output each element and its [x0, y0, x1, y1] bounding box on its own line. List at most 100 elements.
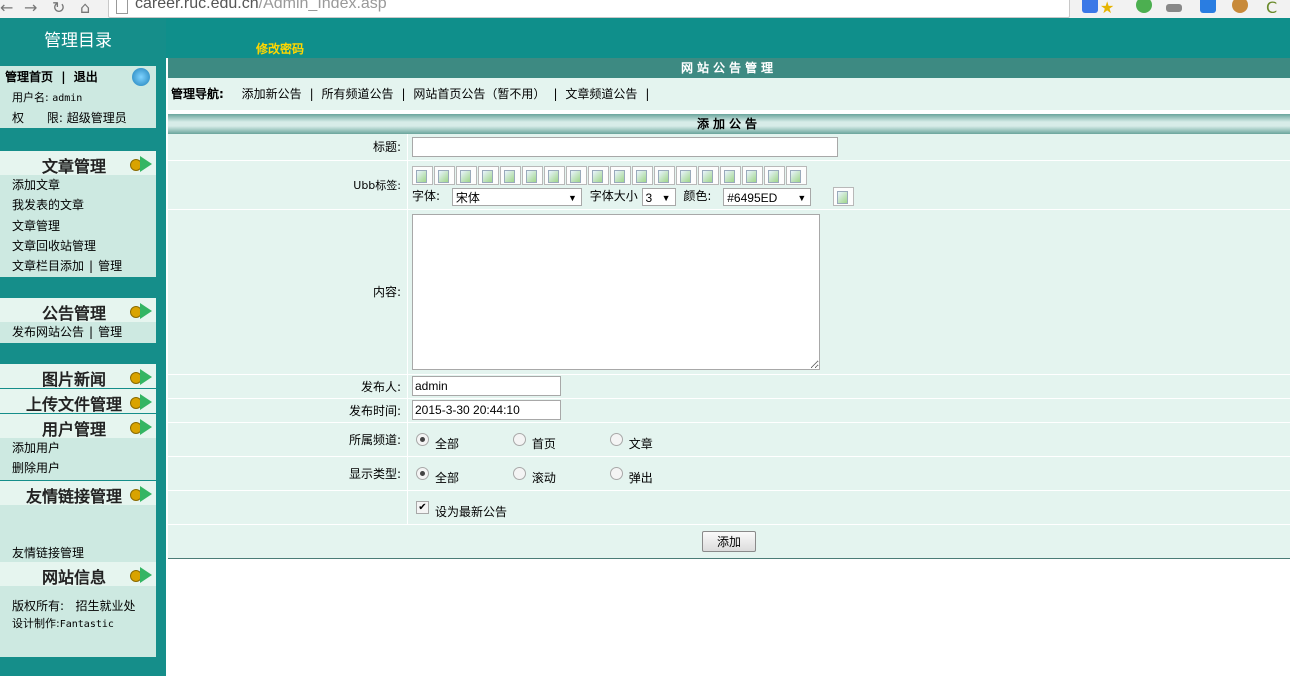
upload-section-title[interactable]: 上传文件管理: [0, 391, 148, 415]
site-info-section-title[interactable]: 网站信息: [0, 564, 148, 588]
display-all-radio[interactable]: [416, 466, 429, 480]
permission-value: 超级管理员: [66, 111, 127, 126]
browser-toolbar: ← → ↻ ⌂ career.ruc.edu.cn/Admin_Index.as…: [0, 0, 1290, 19]
add-article-link[interactable]: 添加文章: [0, 175, 156, 195]
forward-icon[interactable]: →: [24, 0, 37, 17]
notice-panel: 公告管理 发布网站公告 | 管理: [0, 298, 156, 343]
username-label: 用户名:: [12, 91, 49, 104]
my-articles-link[interactable]: 我发表的文章: [0, 195, 156, 215]
article-manage-link[interactable]: 文章管理: [0, 216, 156, 236]
change-password-link[interactable]: 修改密码: [256, 40, 304, 57]
notice-manage-link[interactable]: 管理: [98, 325, 122, 339]
friendlink-section-title[interactable]: 友情链接管理: [0, 483, 148, 507]
nav-add-notice[interactable]: 添加新公告: [242, 87, 302, 101]
sidebar-title: 管理目录: [44, 31, 112, 51]
article-recycle-link[interactable]: 文章回收站管理: [0, 236, 156, 256]
user-manage-section-title[interactable]: 用户管理: [0, 416, 148, 440]
ubb-center-icon[interactable]: [478, 166, 499, 185]
ubb-media-icon[interactable]: [720, 166, 741, 185]
ubb-shadow-icon[interactable]: [698, 166, 719, 185]
cookie-icon[interactable]: [1232, 0, 1248, 13]
address-text: career.ruc.edu.cn/Admin_Index.asp: [135, 0, 387, 12]
ubb-url-icon[interactable]: [500, 166, 521, 185]
permission-label: 权 限:: [12, 111, 63, 126]
bookmark-star-icon[interactable]: ★: [1100, 0, 1114, 17]
expand-icon[interactable]: [130, 418, 154, 435]
publisher-input[interactable]: [412, 376, 561, 396]
nav-home-notice[interactable]: 网站首页公告（暂不用）: [413, 87, 545, 101]
ubb-glow-icon[interactable]: [676, 166, 697, 185]
ubb-email-icon[interactable]: [522, 166, 543, 185]
design-value: Fantastic: [59, 619, 114, 630]
article-section-title[interactable]: 文章管理: [0, 153, 148, 177]
ubb-image-icon[interactable]: [544, 166, 565, 185]
publish-notice-link[interactable]: 发布网站公告: [12, 325, 84, 339]
submit-button[interactable]: 添加: [701, 530, 756, 552]
channel-home-radio[interactable]: [512, 432, 526, 446]
ubb-fly-icon[interactable]: [632, 166, 653, 185]
ubb-sound-icon[interactable]: [764, 166, 785, 185]
article-column-manage-link[interactable]: 管理: [98, 259, 122, 273]
expand-icon[interactable]: [130, 485, 154, 502]
copyright-value: 招生就业处: [75, 599, 136, 613]
translate-icon[interactable]: [1082, 0, 1098, 13]
color-preview-icon[interactable]: [833, 187, 855, 206]
nav-all-channel-notice[interactable]: 所有频道公告: [322, 87, 394, 101]
extension-icon[interactable]: [1136, 0, 1152, 13]
expand-icon[interactable]: [130, 302, 154, 319]
design-label: 设计制作:: [12, 617, 60, 630]
nav-article-channel-notice[interactable]: 文章频道公告: [565, 87, 637, 101]
expand-icon[interactable]: [130, 566, 154, 583]
manage-nav-label: 管理导航:: [171, 87, 224, 101]
extension-icon[interactable]: C: [1266, 0, 1277, 17]
title-input[interactable]: [412, 136, 838, 157]
ubb-underline-icon[interactable]: [456, 166, 477, 185]
publish-time-label: 发布时间:: [168, 398, 408, 423]
back-icon[interactable]: ←: [0, 0, 13, 17]
ubb-flash-icon[interactable]: [566, 166, 587, 185]
ubb-code-icon[interactable]: [588, 166, 609, 185]
extension-icon[interactable]: [1200, 0, 1216, 13]
reload-icon[interactable]: ↻: [52, 0, 65, 17]
font-size-select[interactable]: 3 ▼: [641, 187, 676, 206]
font-label: 字体:: [412, 189, 441, 203]
notice-section-title[interactable]: 公告管理: [0, 300, 148, 324]
display-popup-radio[interactable]: [609, 466, 623, 480]
logout-link[interactable]: 退出: [74, 70, 98, 84]
content-label: 内容:: [168, 209, 408, 375]
article-panel: 文章管理 添加文章 我发表的文章 文章管理 文章回收站管理 文章栏目添加 | 管理: [0, 151, 156, 277]
expand-icon[interactable]: [130, 393, 154, 410]
ubb-real-icon[interactable]: [742, 166, 763, 185]
globe-icon: [132, 68, 150, 86]
latest-notice-checkbox[interactable]: ✔: [416, 500, 429, 514]
friendlink-manage-link[interactable]: 友情链接管理: [0, 543, 156, 563]
publish-time-input[interactable]: [412, 400, 561, 420]
expand-icon[interactable]: [130, 155, 154, 172]
channel-article-label: 文章: [628, 436, 653, 451]
ubb-bold-icon[interactable]: [412, 166, 433, 185]
font-select[interactable]: 宋体 ▼: [451, 187, 582, 206]
admin-home-link[interactable]: 管理首页: [5, 70, 53, 84]
article-column-add-link[interactable]: 文章栏目添加: [12, 259, 84, 273]
manage-nav: 管理导航: 添加新公告 | 所有频道公告 | 网站首页公告（暂不用） | 文章频道公告…: [168, 78, 1290, 110]
channel-all-radio[interactable]: [416, 432, 429, 446]
ubb-italic-icon[interactable]: [434, 166, 455, 185]
page-icon: [116, 0, 128, 14]
ubb-move-icon[interactable]: [654, 166, 675, 185]
expand-icon[interactable]: [130, 368, 154, 385]
sidebar: 管理目录 管理首页 | 退出 用户名: admin 权 限: 超级管理员 文章管…: [0, 18, 166, 676]
display-scroll-radio[interactable]: [512, 466, 526, 480]
home-icon[interactable]: ⌂: [80, 0, 90, 17]
delete-user-link[interactable]: 删除用户: [0, 458, 156, 478]
font-size-label: 字体大小: [589, 189, 638, 203]
ubb-help-icon[interactable]: [786, 166, 807, 185]
extension-icon[interactable]: [1166, 4, 1182, 12]
add-user-link[interactable]: 添加用户: [0, 438, 156, 458]
photo-news-section-title[interactable]: 图片新闻: [0, 366, 148, 390]
content-textarea[interactable]: [412, 213, 820, 370]
color-select[interactable]: #6495ED ▼: [723, 187, 812, 206]
color-label: 颜色:: [683, 189, 712, 203]
ubb-quote-icon[interactable]: [610, 166, 631, 185]
display-scroll-label: 滚动: [531, 470, 556, 485]
channel-article-radio[interactable]: [609, 432, 623, 446]
